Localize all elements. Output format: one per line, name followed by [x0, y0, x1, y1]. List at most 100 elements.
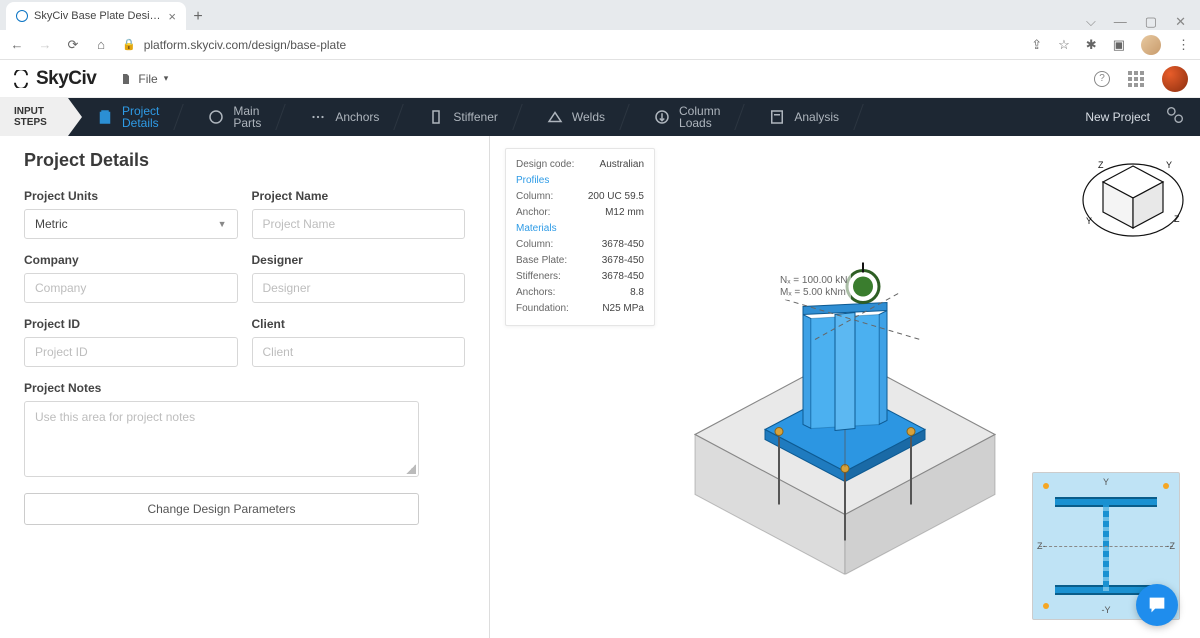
share-icon[interactable]: ⇪ [1031, 37, 1042, 53]
svg-text:Z: Z [1098, 160, 1104, 170]
chevron-down-icon[interactable]: ⌵ [1086, 14, 1096, 30]
close-tab-icon[interactable]: × [168, 9, 176, 24]
input-steps-l2: STEPS [14, 117, 58, 128]
step-project-details[interactable]: ProjectDetails [68, 98, 179, 136]
svg-text:Z: Z [1174, 214, 1180, 224]
client-label: Client [252, 317, 466, 331]
user-avatar[interactable] [1162, 66, 1188, 92]
minimize-icon[interactable]: — [1114, 14, 1127, 30]
browser-menu-icon[interactable]: ⋮ [1177, 37, 1190, 53]
close-window-icon[interactable]: ✕ [1175, 14, 1186, 30]
anchor-dot-icon [1043, 483, 1049, 489]
chat-icon [1146, 594, 1168, 616]
step-label: Welds [572, 110, 605, 124]
file-icon [120, 73, 132, 85]
field-notes: Project Notes [24, 381, 419, 477]
maximize-icon[interactable]: ▢ [1145, 14, 1157, 30]
designer-label: Designer [252, 253, 466, 267]
resize-handle-icon[interactable] [406, 464, 416, 474]
bookmark-icon[interactable]: ☆ [1058, 37, 1070, 53]
designer-input[interactable] [263, 281, 455, 295]
input-steps-label: INPUT STEPS [0, 98, 68, 136]
app-logo[interactable]: SkyCiv [12, 68, 96, 90]
field-project-name: Project Name [252, 189, 466, 239]
step-label: Parts [233, 117, 261, 129]
step-label: Anchors [335, 110, 379, 124]
steps-bar: INPUT STEPS ProjectDetails MainParts Anc… [0, 98, 1200, 136]
svg-text:Y: Y [1166, 160, 1172, 170]
window-buttons: ⌵ — ▢ ✕ [1072, 14, 1200, 30]
reload-icon[interactable]: ⟳ [66, 37, 80, 53]
nav-back-icon[interactable]: ← [10, 37, 24, 52]
main-area: Project Details Project Units Metric ▼ P… [0, 136, 1200, 638]
client-input[interactable] [263, 345, 455, 359]
sidepanel-icon[interactable]: ▣ [1113, 37, 1125, 53]
brand-text: SkyCiv [36, 68, 96, 90]
apps-grid-icon[interactable] [1128, 71, 1144, 87]
profiles-link[interactable]: Profiles [516, 173, 549, 189]
step-label: Analysis [794, 110, 839, 124]
step-main-parts[interactable]: MainParts [179, 98, 281, 136]
change-parameters-button[interactable]: Change Design Parameters [24, 493, 419, 525]
profile-avatar[interactable] [1141, 35, 1161, 55]
extensions-icon[interactable]: ✱ [1086, 37, 1097, 53]
stiffener-icon [427, 108, 445, 126]
field-company: Company [24, 253, 238, 303]
field-designer: Designer [252, 253, 466, 303]
info-key: Foundation: [516, 301, 569, 317]
anchor-dot-icon [1043, 603, 1049, 609]
svg-text:Y: Y [1086, 216, 1092, 226]
step-anchors[interactable]: Anchors [281, 98, 399, 136]
new-tab-button[interactable]: + [186, 4, 210, 30]
panel-title: Project Details [24, 150, 465, 171]
browser-tab-strip: SkyCiv Base Plate Design | SkyCi... × + … [0, 0, 1200, 30]
step-label: Stiffener [453, 110, 497, 124]
chevron-down-icon: ▼ [218, 219, 227, 229]
project-name-input[interactable] [263, 217, 455, 231]
favicon-icon [16, 10, 28, 22]
file-menu-label: File [138, 72, 157, 86]
step-stiffener[interactable]: Stiffener [399, 98, 517, 136]
units-select[interactable]: Metric ▼ [24, 209, 238, 239]
step-column-loads[interactable]: ColumnLoads [625, 98, 740, 136]
field-units: Project Units Metric ▼ [24, 189, 238, 239]
file-menu[interactable]: File ▾ [120, 72, 168, 86]
browser-tab[interactable]: SkyCiv Base Plate Design | SkyCi... × [6, 2, 186, 30]
chevron-down-icon: ▾ [164, 73, 169, 84]
help-icon[interactable]: ? [1094, 71, 1110, 87]
step-analysis[interactable]: Analysis [740, 98, 859, 136]
new-project-link[interactable]: New Project [1085, 110, 1150, 124]
home-icon[interactable]: ⌂ [94, 37, 108, 52]
form-panel: Project Details Project Units Metric ▼ P… [0, 136, 490, 638]
welds-icon [546, 108, 564, 126]
company-label: Company [24, 253, 238, 267]
company-input[interactable] [35, 281, 227, 295]
nav-forward-icon[interactable]: → [38, 37, 52, 52]
materials-link[interactable]: Materials [516, 221, 557, 237]
settings-gears-icon[interactable] [1164, 104, 1186, 131]
z-axis-line [1039, 546, 1173, 547]
url-field[interactable]: 🔒 platform.skyciv.com/design/base-plate [122, 38, 1017, 52]
load-line1: Nₓ = 100.00 kN [780, 275, 848, 287]
notes-textarea[interactable] [35, 410, 408, 468]
notes-label: Project Notes [24, 381, 419, 395]
axis-label: -Y [1102, 605, 1111, 615]
calculator-icon [768, 108, 786, 126]
step-welds[interactable]: Welds [518, 98, 625, 136]
viewport-3d[interactable]: Design code:Australian Profiles Column:2… [490, 136, 1200, 638]
project-id-input[interactable] [35, 345, 227, 359]
units-value: Metric [35, 217, 68, 231]
axis-label: Y [1103, 477, 1109, 487]
info-key: Anchor: [516, 205, 550, 221]
model-3d[interactable] [635, 154, 1055, 579]
load-line2: Mₓ = 5.00 kNm [780, 287, 848, 299]
lock-icon: 🔒 [122, 38, 136, 51]
view-cube[interactable]: Z Y Z Y [1078, 152, 1188, 238]
skyciv-logo-icon [12, 70, 30, 88]
info-key: Column: [516, 237, 553, 253]
app-header: SkyCiv File ▾ ? [0, 60, 1200, 98]
units-label: Project Units [24, 189, 238, 203]
change-btn-label: Change Design Parameters [147, 502, 295, 516]
chat-button[interactable] [1136, 584, 1178, 626]
clipboard-icon [96, 108, 114, 126]
